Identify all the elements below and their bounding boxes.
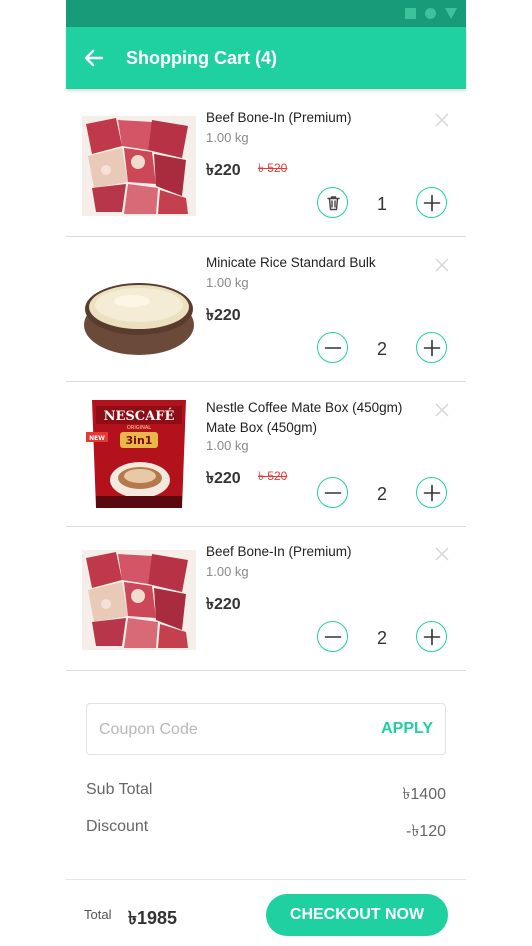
item-name: Nestle Coffee Mate Box (450gm) Mate Box … — [206, 400, 403, 435]
increase-button[interactable] — [416, 477, 447, 508]
pack-tag: NEW — [89, 435, 105, 442]
discount-label: Discount — [86, 818, 149, 835]
increase-button[interactable] — [416, 621, 447, 652]
checkout-button[interactable]: CHECKOUT NOW — [266, 894, 448, 936]
decrease-button[interactable] — [317, 332, 348, 363]
app-bar: Shopping Cart (4) — [66, 27, 466, 89]
minus-icon — [324, 347, 342, 349]
back-arrow-icon[interactable] — [82, 46, 106, 70]
quantity-value: 2 — [376, 628, 387, 648]
nescafe-image: NESCAFÉ ORIGINAL 3in1 NEW — [82, 396, 196, 510]
item-price: ৳220 — [206, 470, 241, 487]
close-icon[interactable] — [434, 257, 450, 273]
subtotal-row: Sub Total ৳1400 — [86, 781, 446, 803]
close-icon[interactable] — [434, 546, 450, 562]
beef-image — [82, 550, 196, 650]
status-bar — [66, 0, 466, 27]
increase-button[interactable] — [416, 332, 447, 363]
subtotal-label: Sub Total — [86, 781, 153, 798]
item-weight: 1.00 kg — [206, 275, 249, 290]
cart-item: Beef Bone-In (Premium) 1.00 kg ৳220 ৳ 52… — [66, 92, 466, 237]
cart-item: NESCAFÉ ORIGINAL 3in1 NEW Nestle Coffee … — [66, 382, 466, 527]
quantity-value: 2 — [376, 484, 387, 504]
discount-row: Discount -৳120 — [86, 818, 446, 840]
plus-icon — [423, 484, 441, 502]
decrease-button[interactable] — [317, 477, 348, 508]
home-icon — [425, 8, 436, 19]
item-price: ৳220 — [206, 307, 241, 324]
recent-apps-icon — [405, 8, 416, 19]
page-title: Shopping Cart (4) — [126, 48, 277, 68]
close-icon[interactable] — [434, 112, 450, 128]
item-price: ৳220 — [206, 162, 241, 179]
quantity-value: 2 — [376, 339, 387, 359]
item-price: ৳220 — [206, 596, 241, 613]
pack-badge: 3in1 — [126, 434, 153, 447]
item-name: Beef Bone-In (Premium) — [206, 110, 352, 125]
discount-value: -৳120 — [406, 823, 446, 840]
minus-icon — [324, 492, 342, 494]
minus-icon — [324, 636, 342, 638]
item-old-price: ৳ 520 — [258, 161, 288, 175]
phone-screen: Shopping Cart (4) Beef Bone-In (Premium)… — [66, 0, 466, 946]
pack-sub: ORIGINAL — [127, 425, 151, 431]
total-value: ৳1985 — [128, 908, 178, 928]
item-name: Minicate Rice Standard Bulk — [206, 255, 376, 270]
close-icon[interactable] — [434, 402, 450, 418]
total-label: Total — [84, 907, 112, 922]
trash-icon — [327, 196, 340, 211]
back-nav-icon — [445, 8, 457, 19]
rice-image — [82, 261, 196, 361]
item-weight: 1.00 kg — [206, 564, 249, 579]
decrease-button[interactable] — [317, 621, 348, 652]
plus-icon — [423, 628, 441, 646]
increase-button[interactable] — [416, 187, 447, 218]
plus-icon — [423, 194, 441, 212]
quantity-value: 1 — [376, 194, 387, 214]
delete-button[interactable] — [317, 187, 348, 218]
cart-item: Minicate Rice Standard Bulk 1.00 kg ৳220… — [66, 237, 466, 382]
item-old-price: ৳ 520 — [258, 469, 288, 483]
apply-button[interactable]: APPLY — [381, 720, 433, 738]
item-weight: 1.00 kg — [206, 130, 249, 145]
item-weight: 1.00 kg — [206, 438, 249, 453]
item-name: Beef Bone-In (Premium) — [206, 544, 352, 559]
subtotal-value: ৳1400 — [402, 786, 446, 803]
plus-icon — [423, 339, 441, 357]
coupon-input[interactable] — [97, 718, 361, 742]
beef-image — [82, 116, 196, 216]
checkout-footer: Total ৳1985 CHECKOUT NOW — [66, 879, 466, 946]
pack-brand: NESCAFÉ — [104, 408, 175, 424]
coupon-box: APPLY — [86, 703, 446, 755]
cart-item: Beef Bone-In (Premium) 1.00 kg ৳220 2 — [66, 526, 466, 671]
